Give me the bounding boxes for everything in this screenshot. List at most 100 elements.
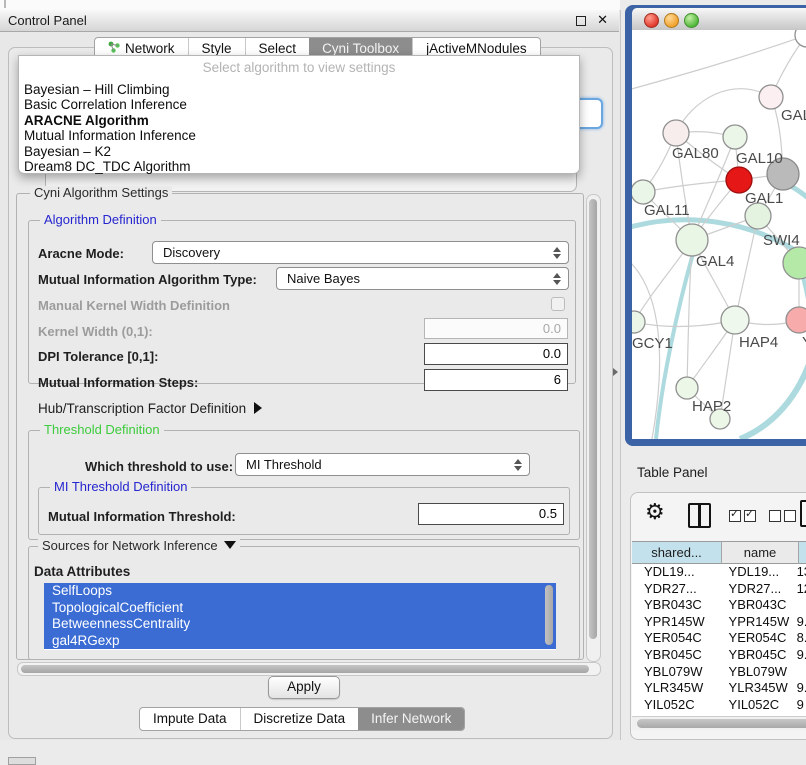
unchecked-checkbox-icon[interactable] <box>784 510 796 522</box>
data-attributes-label: Data Attributes <box>34 564 130 579</box>
column-header-name[interactable]: name <box>722 541 799 564</box>
attribute-item[interactable]: BetweennessCentrality <box>44 616 556 633</box>
checked-checkbox-icon[interactable]: ✓ <box>729 510 741 522</box>
node-gal11[interactable] <box>632 180 655 204</box>
apply-button[interactable]: Apply <box>268 676 340 699</box>
network-view-window[interactable]: GALGAL80GAL10GAL1GAL11SWI4GAL4GCY1HAP4YH… <box>625 5 806 446</box>
table-panel: ⚙ ✓ ✓ shared...nameA YDL19...YDL19...13Y… <box>630 492 806 740</box>
algorithm-option[interactable]: Dream8 DC_TDC Algorithm <box>19 159 579 174</box>
network-edge[interactable] <box>634 320 735 326</box>
table-row[interactable]: YIL052CYIL052C9 <box>632 697 806 714</box>
node-top-white[interactable] <box>795 30 806 47</box>
mi-threshold-field[interactable]: 0.5 <box>418 503 564 525</box>
node-gal10[interactable] <box>723 125 747 149</box>
table-horizontal-scrollbar-thumb[interactable] <box>637 719 806 728</box>
collapse-down-icon <box>224 541 236 549</box>
close-icon[interactable]: ✕ <box>597 12 608 28</box>
table-cell: YLR345W <box>719 680 793 697</box>
which-threshold-label: Which threshold to use: <box>85 459 233 474</box>
attributes-scrollbar-thumb[interactable] <box>545 585 553 645</box>
table-row[interactable]: YBL079WYBL079W <box>632 664 806 681</box>
close-traffic-light-icon[interactable] <box>644 13 659 28</box>
hub-definition-toggle[interactable]: Hub/Transcription Factor Definition <box>38 401 262 416</box>
aracne-mode-label: Aracne Mode: <box>38 246 124 261</box>
table-row[interactable]: YER054CYER054C8. <box>632 630 806 647</box>
settings-vertical-scrollbar-thumb[interactable] <box>589 199 597 639</box>
network-canvas[interactable]: GALGAL80GAL10GAL1GAL11SWI4GAL4GCY1HAP4YH… <box>632 30 806 439</box>
node-label-gal11: GAL11 <box>644 202 690 219</box>
attribute-item[interactable]: TopologicalCoefficient <box>44 600 556 617</box>
minimize-traffic-light-icon[interactable] <box>664 13 679 28</box>
node-green-big[interactable] <box>783 247 806 279</box>
unchecked-checkbox-icon[interactable] <box>769 510 781 522</box>
network-edge[interactable] <box>735 216 758 320</box>
node-label-hap4: HAP4 <box>739 334 778 351</box>
node-gal80[interactable] <box>663 120 689 146</box>
table-row[interactable]: YDL19...YDL19...13 <box>632 564 806 581</box>
algorithm-dropdown-prompt: Select algorithm to view settings <box>19 60 579 75</box>
algorithm-option[interactable]: Mutual Information Inference <box>19 128 579 143</box>
column-header-shared[interactable]: shared... <box>632 541 722 564</box>
dpi-tolerance-field[interactable]: 0.0 <box>424 343 568 365</box>
sources-toggle[interactable]: Sources for Network Inference <box>38 539 240 553</box>
settings-vertical-scrollbar[interactable] <box>586 194 601 662</box>
settings-horizontal-scrollbar-thumb[interactable] <box>21 665 589 673</box>
table-row[interactable]: YBR043CYBR043C <box>632 597 806 614</box>
mi-algorithm-type-combobox[interactable]: Naive Bayes <box>276 267 569 290</box>
node-pink-right[interactable] <box>786 307 806 333</box>
table-row[interactable]: YPR145WYPR145W9. <box>632 614 806 631</box>
splitter-collapse-icon[interactable] <box>613 368 618 376</box>
kernel-width-field[interactable]: 0.0 <box>424 318 568 339</box>
sources-title: Sources for Network Inference <box>42 538 218 553</box>
which-threshold-combobox[interactable]: MI Threshold <box>235 453 530 476</box>
algorithm-dropdown-list: Bayesian – Hill ClimbingBasic Correlatio… <box>19 82 579 174</box>
tab-label: Discretize Data <box>254 708 346 730</box>
float-window-icon[interactable] <box>576 16 586 26</box>
table-row[interactable]: YBR045CYBR045C9. <box>632 647 806 664</box>
gear-icon[interactable]: ⚙ <box>645 499 665 525</box>
settings-horizontal-scrollbar[interactable] <box>17 662 601 676</box>
node-hap2[interactable] <box>676 377 698 399</box>
column-layout-icon[interactable] <box>688 503 711 528</box>
data-attributes-list[interactable]: SelfLoopsTopologicalCoefficientBetweenne… <box>44 583 556 650</box>
table-cell: YIL052C <box>719 697 793 714</box>
network-edge-thick[interactable] <box>740 356 806 439</box>
algorithm-option[interactable]: ARACNE Algorithm <box>19 113 579 128</box>
cyni-algorithm-settings-title: Cyni Algorithm Settings <box>30 186 172 200</box>
algorithm-option[interactable]: Bayesian – Hill Climbing <box>19 82 579 97</box>
node-gal-top[interactable] <box>759 85 783 109</box>
bottom-left-partial-widget <box>8 757 36 765</box>
network-graph[interactable]: GALGAL80GAL10GAL1GAL11SWI4GAL4GCY1HAP4YH… <box>632 30 806 439</box>
node-gcy1[interactable] <box>632 311 645 333</box>
node-label-y: Y <box>802 334 806 351</box>
column-header-A[interactable]: A <box>799 541 806 564</box>
checked-checkbox-icon[interactable]: ✓ <box>744 510 756 522</box>
table-cell: YBR043C <box>632 597 719 614</box>
table-horizontal-scrollbar[interactable] <box>632 716 806 730</box>
table-row[interactable]: YLR345WYLR345W9. <box>632 680 806 697</box>
tab-discretize-data[interactable]: Discretize Data <box>240 708 359 730</box>
zoom-traffic-light-icon[interactable] <box>684 13 699 28</box>
tab-infer-network[interactable]: Infer Network <box>358 708 464 730</box>
node-hap4[interactable] <box>721 306 749 334</box>
aracne-mode-combobox[interactable]: Discovery <box>152 241 569 264</box>
network-edge[interactable] <box>632 35 806 90</box>
mi-steps-field[interactable]: 6 <box>424 369 568 391</box>
algorithm-option[interactable]: Bayesian – K2 <box>19 144 579 159</box>
node-label-hap2: HAP2 <box>692 398 731 415</box>
network-window-titlebar[interactable] <box>632 8 806 31</box>
table-cell: YBL079W <box>632 664 719 681</box>
network-edge[interactable] <box>643 180 739 192</box>
network-edge[interactable] <box>676 89 771 133</box>
top-strip <box>0 0 620 10</box>
manual-kernel-width-checkbox[interactable] <box>551 297 565 311</box>
which-threshold-value: MI Threshold <box>246 457 322 472</box>
attribute-item[interactable]: gal4RGexp <box>44 633 556 650</box>
document-icon[interactable] <box>800 500 806 527</box>
attribute-item[interactable]: SelfLoops <box>44 583 556 600</box>
algorithm-option[interactable]: Basic Correlation Inference <box>19 97 579 112</box>
table-row[interactable]: YDR27...YDR27...12 <box>632 581 806 598</box>
table-cell: 9. <box>793 614 806 631</box>
tab-impute-data[interactable]: Impute Data <box>140 708 240 730</box>
node-gal4[interactable] <box>676 224 708 256</box>
